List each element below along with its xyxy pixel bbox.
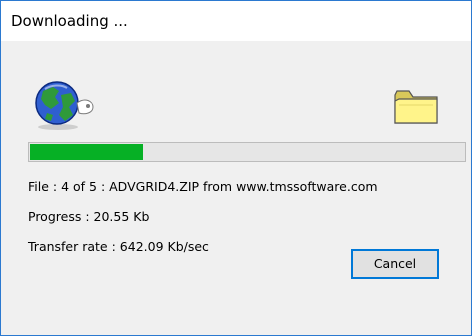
download-dialog: Downloading ... File : 4 of 5 : ADVGRID4…	[0, 0, 472, 336]
folder-icon	[394, 90, 438, 124]
download-progress-bar	[28, 142, 466, 162]
cancel-button-label: Cancel	[373, 256, 417, 271]
progress-fill	[30, 144, 143, 160]
dialog-title: Downloading ...	[11, 12, 128, 30]
file-info-text: File : 4 of 5 : ADVGRID4.ZIP from www.tm…	[28, 179, 378, 194]
transfer-rate-text: Transfer rate : 642.09 Kb/sec	[28, 239, 209, 254]
title-bar: Downloading ...	[1, 1, 471, 41]
cancel-button[interactable]: Cancel	[351, 249, 439, 279]
progress-text: Progress : 20.55 Kb	[28, 209, 150, 224]
globe-icon	[35, 81, 94, 130]
